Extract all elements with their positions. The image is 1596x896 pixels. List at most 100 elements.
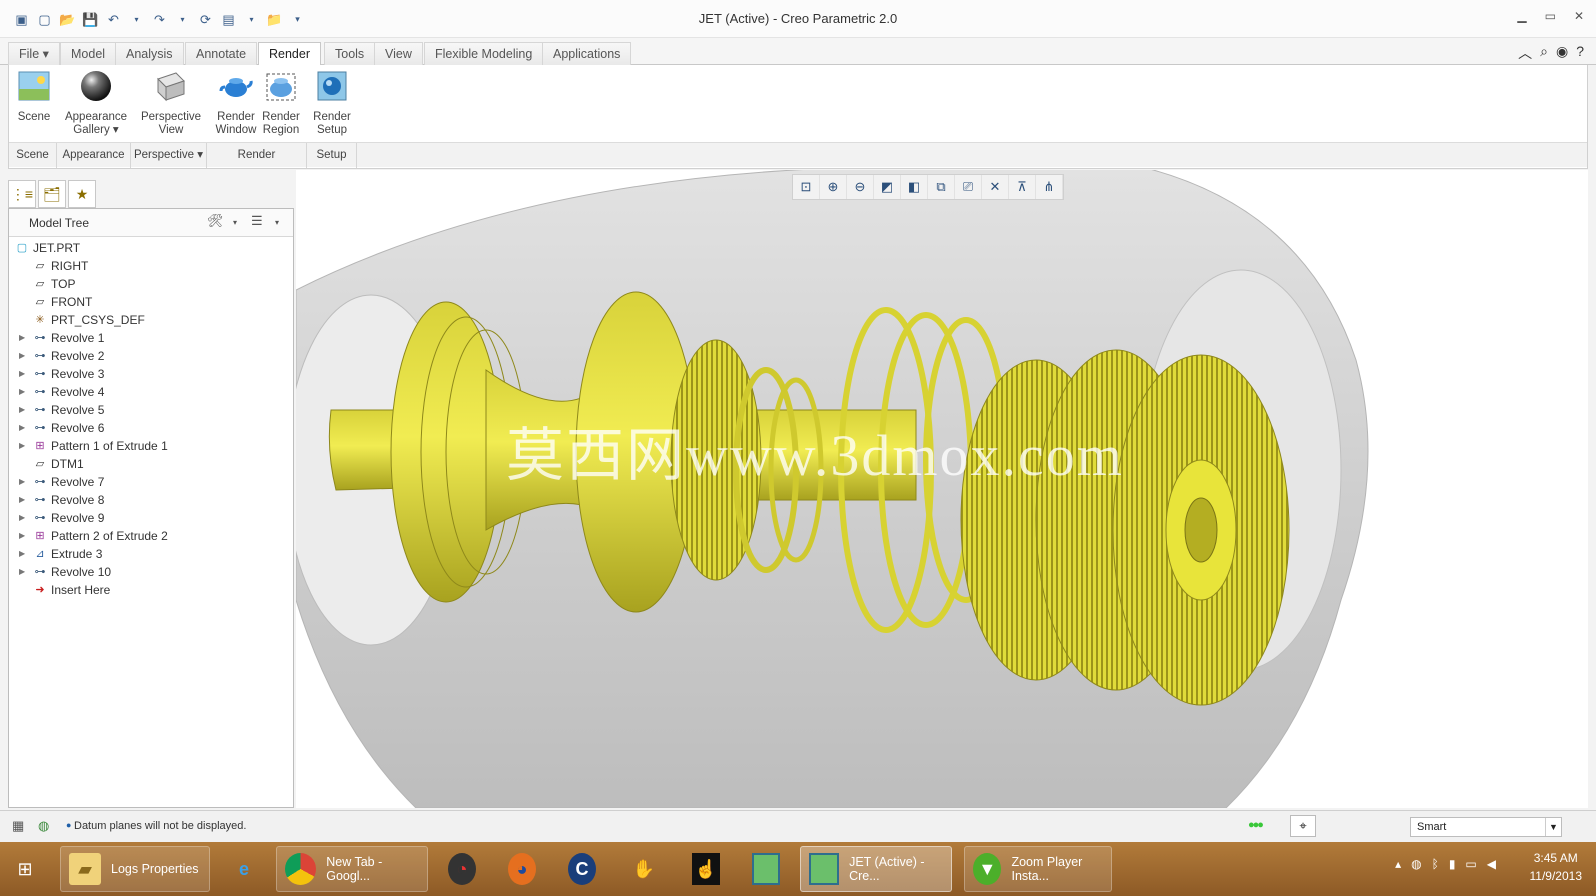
tree-item[interactable]: ▱ TOP (9, 275, 293, 293)
refit-icon[interactable]: ⊡ (793, 175, 820, 199)
tab-flexible-modeling[interactable]: Flexible Modeling (424, 42, 544, 65)
taskbar-item-logs[interactable]: ▰ Logs Properties (60, 846, 210, 892)
expand-arrow-icon[interactable]: ▶ (19, 527, 25, 545)
expand-arrow-icon[interactable]: ▶ (19, 563, 25, 581)
search-icon[interactable]: ⌕ (1540, 43, 1548, 63)
tab-model[interactable]: Model (60, 42, 117, 65)
tree-item[interactable]: ▶ ⊶ Revolve 6 (9, 419, 293, 437)
repaint-icon[interactable]: ◩ (874, 175, 901, 199)
tree-item[interactable]: ▶ ⊶ Revolve 2 (9, 347, 293, 365)
taskbar-firefox[interactable]: ◕ (500, 846, 546, 892)
tree-item[interactable]: ▶ ⊞ Pattern 2 of Extrude 2 (9, 527, 293, 545)
scene-button[interactable]: Scene (13, 69, 55, 124)
model-tree-tab-icon[interactable]: ⋮≡ (8, 180, 36, 208)
tab-view[interactable]: View (374, 42, 423, 65)
tree-item[interactable]: ▢ JET.PRT (9, 239, 293, 257)
tree-item[interactable]: ▶ ⊶ Revolve 10 (9, 563, 293, 581)
tree-item[interactable]: ▶ ⊶ Revolve 5 (9, 401, 293, 419)
help-icon[interactable]: ? (1576, 43, 1584, 63)
expand-arrow-icon[interactable]: ▶ (19, 383, 25, 401)
tree-item[interactable]: ▶ ⊶ Revolve 1 (9, 329, 293, 347)
tree-item[interactable]: ▱ DTM1 (9, 455, 293, 473)
selection-filter[interactable]: Smart ▼ (1410, 817, 1562, 837)
tab-file[interactable]: File ▾ (8, 42, 60, 65)
clock[interactable]: 3:45 AM 11/9/2013 (1530, 849, 1583, 885)
navigator-toggle-icon[interactable]: ▦ (12, 818, 24, 834)
tree-item-label: Pattern 1 of Extrude 1 (51, 439, 168, 453)
render-setup-button[interactable]: Render Setup (311, 69, 353, 137)
tab-render[interactable]: Render (258, 42, 321, 66)
taskbar-creo-pin[interactable] (744, 846, 790, 892)
taskbar-item-creo[interactable]: JET (Active) - Cre... (800, 846, 952, 892)
appearance-gallery-button[interactable]: Appearance Gallery ▾ (61, 69, 131, 137)
taskbar-pointer[interactable]: ☝ (684, 846, 730, 892)
tab-analysis[interactable]: Analysis (115, 42, 184, 65)
expand-arrow-icon[interactable]: ▶ (19, 347, 25, 365)
minimize-icon[interactable]: ▁ (1517, 9, 1526, 23)
taskbar-glove[interactable]: ✋ (622, 846, 668, 892)
tab-applications[interactable]: Applications (542, 42, 632, 65)
expand-arrow-icon[interactable]: ▶ (19, 329, 25, 347)
graphics-window[interactable]: ⊡ ⊕ ⊖ ◩ ◧ ⧉ ⎚ ✕ ⊼ ⋔ 莫西网www.3dmox.com (296, 170, 1588, 808)
maximize-icon[interactable]: ▭ (1545, 9, 1556, 23)
display-style-icon[interactable]: ◧ (901, 175, 928, 199)
taskbar-item-chrome[interactable]: New Tab - Googl... (276, 846, 428, 892)
tree-settings-dropdown-icon[interactable]: ▾ (233, 218, 237, 227)
expand-arrow-icon[interactable]: ▶ (19, 491, 25, 509)
battery-icon[interactable]: ▮ (1449, 857, 1456, 871)
taskbar-app-red[interactable]: ◔ (440, 846, 486, 892)
show-dropdown-icon[interactable]: ▾ (275, 218, 279, 227)
taskbar-ccleaner[interactable]: C (560, 846, 606, 892)
browser-toggle-icon[interactable]: ◍ (38, 818, 49, 834)
chevron-down-icon[interactable]: ▼ (1545, 818, 1561, 836)
tree-item[interactable]: ➜ Insert Here (9, 581, 293, 599)
show-icon[interactable]: ☰ (251, 213, 263, 229)
monitor-icon[interactable]: ▭ (1465, 857, 1476, 871)
tray-expand-icon[interactable]: ▴ (1395, 857, 1401, 871)
tree-item[interactable]: ▶ ⊶ Revolve 9 (9, 509, 293, 527)
render-window-button[interactable]: Render Window (213, 69, 259, 137)
taskbar-ie[interactable]: e (222, 846, 268, 892)
tree-item[interactable]: ▱ FRONT (9, 293, 293, 311)
expand-arrow-icon[interactable]: ▶ (19, 545, 25, 563)
zoom-out-icon[interactable]: ⊖ (847, 175, 874, 199)
perspective-view-button[interactable]: Perspective View (137, 69, 205, 137)
expand-arrow-icon[interactable]: ▶ (19, 437, 25, 455)
annotation-display-icon[interactable]: ⋔ (1036, 175, 1063, 199)
tree-settings-icon[interactable]: 🛠 (207, 213, 224, 229)
tab-annotate[interactable]: Annotate (185, 42, 258, 65)
tab-tools[interactable]: Tools (324, 42, 376, 65)
tree-item[interactable]: ▶ ⊞ Pattern 1 of Extrude 1 (9, 437, 293, 455)
close-icon[interactable]: ✕ (1574, 9, 1584, 23)
network-globe-icon[interactable]: ◍ (1411, 857, 1421, 871)
expand-arrow-icon[interactable]: ▶ (19, 509, 25, 527)
tree-item[interactable]: ▶ ⊶ Revolve 7 (9, 473, 293, 491)
saved-orientations-icon[interactable]: ⧉ (928, 175, 955, 199)
start-button[interactable]: ⊞ (6, 846, 46, 892)
tree-item[interactable]: ✳ PRT_CSYS_DEF (9, 311, 293, 329)
tree-item[interactable]: ▶ ⊶ Revolve 3 (9, 365, 293, 383)
tree-item[interactable]: ▶ ⊶ Revolve 8 (9, 491, 293, 509)
expand-arrow-icon[interactable]: ▶ (19, 419, 25, 437)
taskbar-item-zoom-player[interactable]: ▼ Zoom Player Insta... (964, 846, 1112, 892)
folder-browser-tab-icon[interactable]: 🗂 (38, 180, 66, 208)
bluetooth-icon[interactable]: ᛒ (1432, 857, 1439, 871)
revolve-icon: ⊶ (34, 368, 46, 380)
datum-display-icon[interactable]: ✕ (982, 175, 1009, 199)
expand-arrow-icon[interactable]: ▶ (19, 365, 25, 383)
tree-item[interactable]: ▶ ⊶ Revolve 4 (9, 383, 293, 401)
tree-item[interactable]: ▶ ⊿ Extrude 3 (9, 545, 293, 563)
volume-icon[interactable]: ◀ (1487, 857, 1496, 871)
minimize-ribbon-icon[interactable]: ︿ (1518, 43, 1532, 63)
zoom-in-icon[interactable]: ⊕ (820, 175, 847, 199)
tree-item[interactable]: ▱ RIGHT (9, 257, 293, 275)
favorites-tab-icon[interactable]: ★ (68, 180, 96, 208)
group-perspective[interactable]: Perspective ▾ (131, 143, 207, 168)
find-icon[interactable]: ⌖ (1290, 815, 1316, 837)
community-icon[interactable]: ◉ (1556, 43, 1568, 63)
expand-arrow-icon[interactable]: ▶ (19, 473, 25, 491)
render-region-button[interactable]: Render Region (259, 69, 303, 137)
spin-center-icon[interactable]: ⊼ (1009, 175, 1036, 199)
expand-arrow-icon[interactable]: ▶ (19, 401, 25, 419)
view-manager-icon[interactable]: ⎚ (955, 175, 982, 199)
